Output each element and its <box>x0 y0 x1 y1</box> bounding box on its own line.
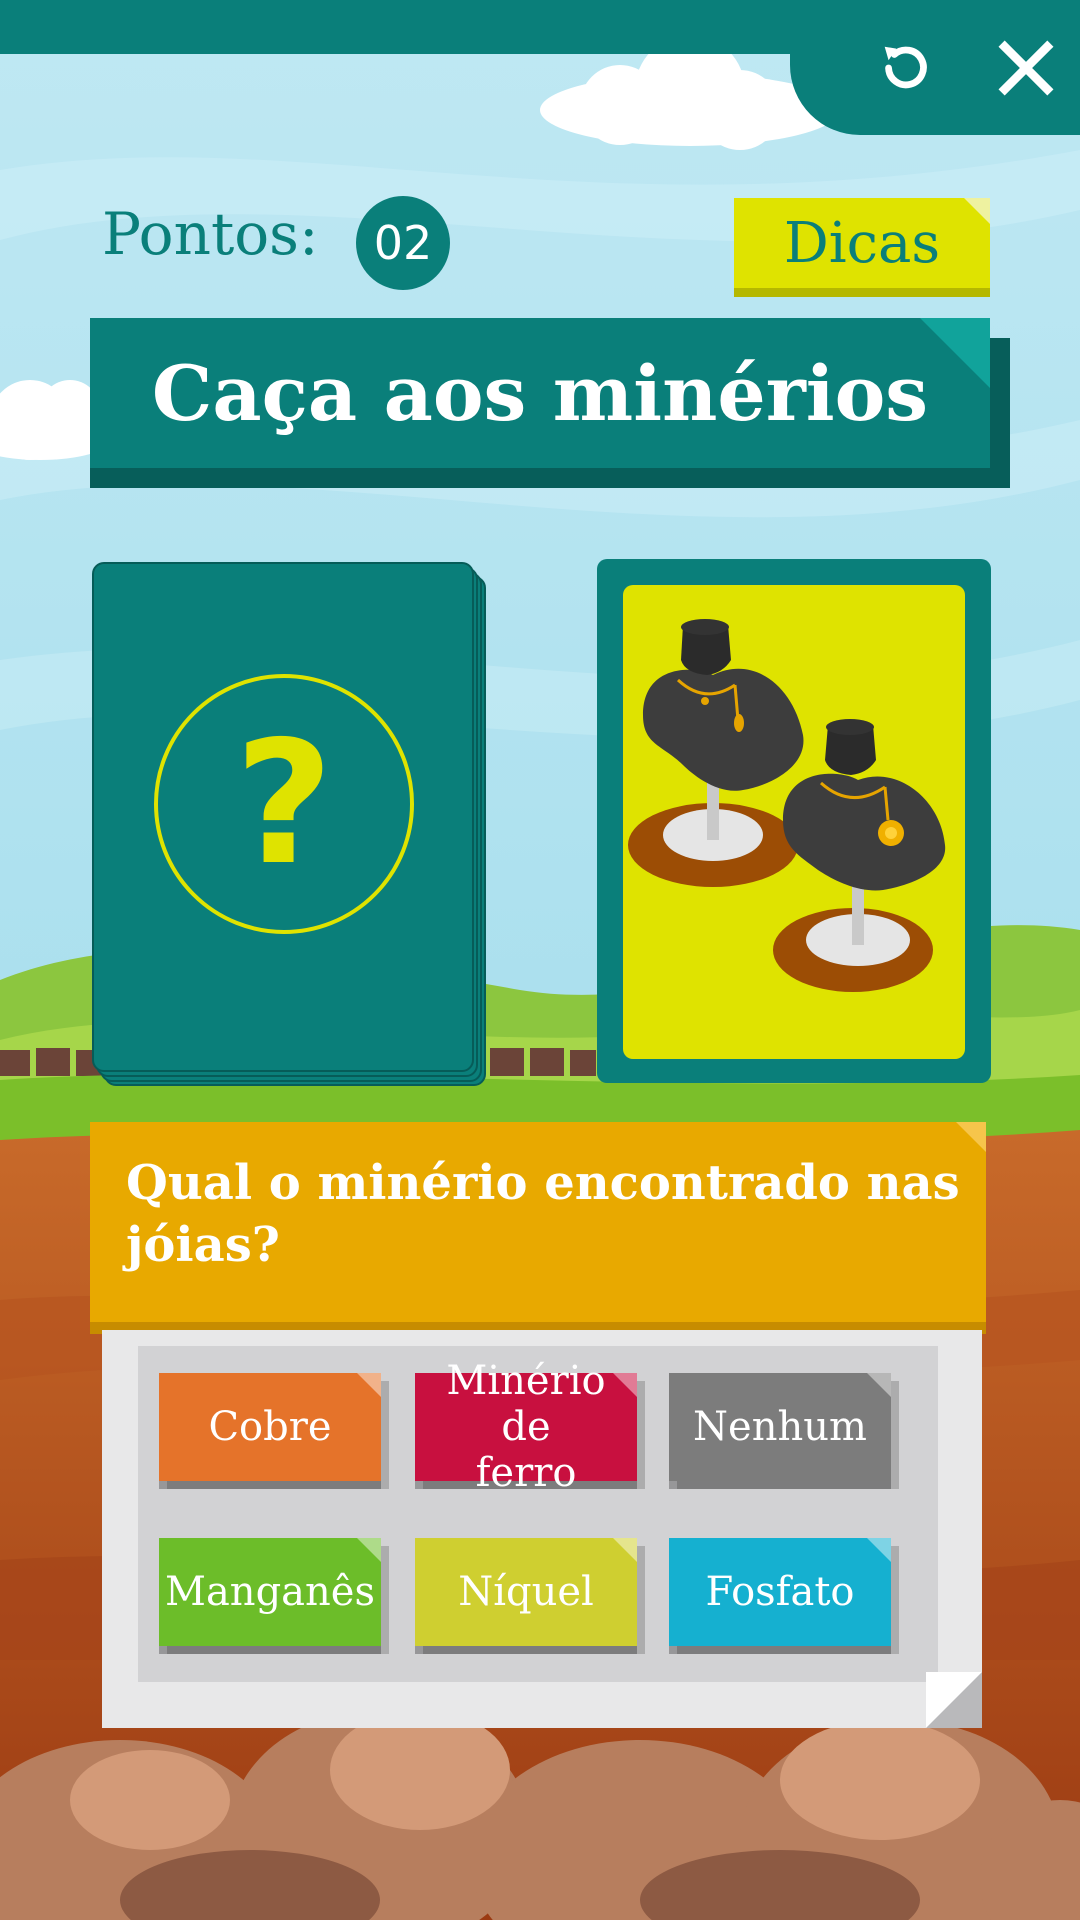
restart-button[interactable] <box>866 28 946 108</box>
answer-nenhum-button[interactable]: Nenhum <box>669 1373 891 1481</box>
answer-fosfato-button[interactable]: Fosfato <box>669 1538 891 1646</box>
mystery-card[interactable]: ? <box>92 562 474 1072</box>
question-box: Qual o minério encontrado nas jóias? <box>90 1122 986 1322</box>
score-badge: 02 <box>356 196 450 290</box>
score-label: Pontos: <box>102 200 319 268</box>
tips-button[interactable]: Dicas <box>734 198 990 288</box>
question-text: Qual o minério encontrado nas jóias? <box>126 1155 960 1273</box>
panel-fold <box>926 1672 982 1728</box>
close-button[interactable] <box>986 28 1066 108</box>
clue-image-card <box>597 559 991 1083</box>
close-icon <box>998 40 1054 96</box>
mystery-card-deck[interactable]: ? <box>92 562 486 1086</box>
answer-minerio-de-ferro-button[interactable]: Minério de ferro <box>415 1358 637 1496</box>
answer-manganes-button[interactable]: Manganês <box>159 1538 381 1646</box>
question-mark-icon: ? <box>154 674 414 934</box>
answer-niquel-button[interactable]: Níquel <box>415 1538 637 1646</box>
jewelry-busts-illustration <box>623 585 965 1059</box>
game-title: Caça aos minérios <box>90 318 990 468</box>
answer-cobre-button[interactable]: Cobre <box>159 1373 381 1481</box>
restart-icon <box>884 46 927 89</box>
